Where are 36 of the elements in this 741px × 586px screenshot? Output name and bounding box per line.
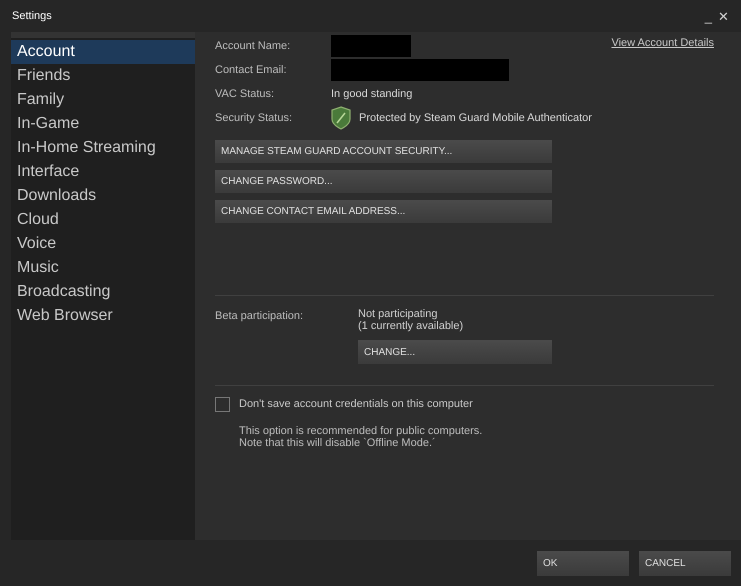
sidebar-item[interactable]: Voice <box>11 232 195 256</box>
field-label: Beta participation: <box>215 309 304 324</box>
beta-status: Not participating <box>358 308 438 320</box>
account-button[interactable]: CHANGE PASSWORD... <box>215 170 552 193</box>
field-label: VAC Status: <box>215 86 276 102</box>
sidebar-item[interactable]: Broadcasting <box>11 280 195 304</box>
field-value: In good standing <box>331 86 412 102</box>
shield-icon <box>331 106 351 130</box>
field-value: Protected by Steam Guard Mobile Authenticator <box>359 110 592 126</box>
field-label: Account Name: <box>215 38 292 54</box>
sidebar-item[interactable]: In-Game <box>11 112 195 136</box>
change-button[interactable]: CHANGE... <box>358 340 552 364</box>
view-account-details-link[interactable]: View Account Details <box>611 35 714 52</box>
checkbox-label: Don't save account credentials on this computer <box>239 397 473 412</box>
checkbox[interactable] <box>215 396 230 412</box>
sidebar-item[interactable]: Music <box>11 256 195 280</box>
sidebar-item[interactable]: Downloads <box>11 184 195 208</box>
window-title: Settings <box>12 8 52 24</box>
beta-available: (1 currently available) <box>358 320 464 332</box>
account-button[interactable]: CHANGE CONTACT EMAIL ADDRESS... <box>215 200 552 223</box>
sidebar-item[interactable]: Friends <box>11 64 195 88</box>
account-button[interactable]: MANAGE STEAM GUARD ACCOUNT SECURITY... <box>215 140 552 163</box>
note-text: Note that this will disable `Offline Mode.´ <box>239 436 436 448</box>
sidebar-item[interactable]: Family <box>11 88 195 112</box>
sidebar-item[interactable]: In-Home Streaming <box>11 136 195 160</box>
sidebar-item[interactable]: Account <box>11 40 195 64</box>
cancel-button[interactable]: CANCEL <box>639 550 731 576</box>
sidebar-item[interactable]: Cloud <box>11 208 195 232</box>
minimize-button[interactable]: _ <box>704 10 712 22</box>
field-label: Contact Email: <box>215 62 288 78</box>
sidebar-item[interactable]: Web Browser <box>11 304 195 328</box>
note-text: This option is recommended for public computers. <box>239 424 484 436</box>
close-button[interactable]: ✕ <box>718 10 729 22</box>
ok-button[interactable]: OK <box>537 550 629 576</box>
field-label: Security Status: <box>215 110 294 126</box>
sidebar-item[interactable]: Interface <box>11 160 195 184</box>
